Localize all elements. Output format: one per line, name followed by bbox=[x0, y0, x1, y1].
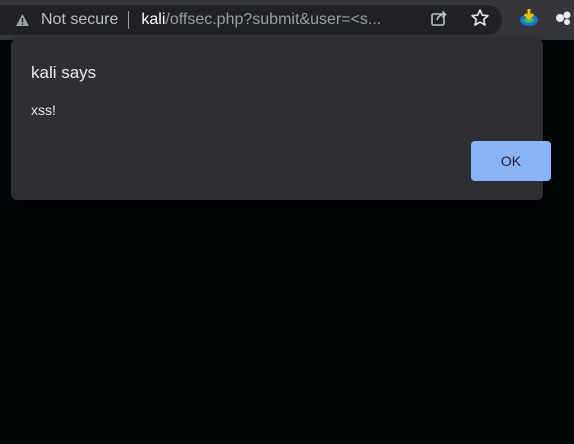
browser-toolbar: Not secure kali/offsec.php?submit&user=<… bbox=[0, 0, 574, 40]
ok-button[interactable]: OK bbox=[471, 141, 551, 181]
alert-dialog: kali says xss! OK bbox=[11, 39, 551, 200]
warning-icon[interactable] bbox=[14, 12, 30, 28]
url-text[interactable]: kali/offsec.php?submit&user=<s... bbox=[141, 11, 391, 29]
share-button[interactable] bbox=[424, 5, 454, 35]
url-path: /offsec.php?submit&user=<s... bbox=[165, 11, 382, 28]
dialog-message: xss! bbox=[31, 102, 56, 118]
extension-button-download[interactable] bbox=[514, 5, 544, 35]
security-label[interactable]: Not secure bbox=[41, 11, 118, 29]
extension-icon bbox=[552, 7, 574, 34]
dialog-title: kali says bbox=[31, 63, 97, 82]
address-divider bbox=[128, 11, 130, 29]
extension-button[interactable] bbox=[548, 5, 574, 35]
bookmark-star-icon bbox=[470, 8, 490, 33]
share-icon bbox=[430, 9, 448, 32]
bookmark-button[interactable] bbox=[465, 5, 495, 35]
url-host: kali bbox=[141, 11, 166, 28]
extension-download-icon bbox=[518, 7, 540, 34]
